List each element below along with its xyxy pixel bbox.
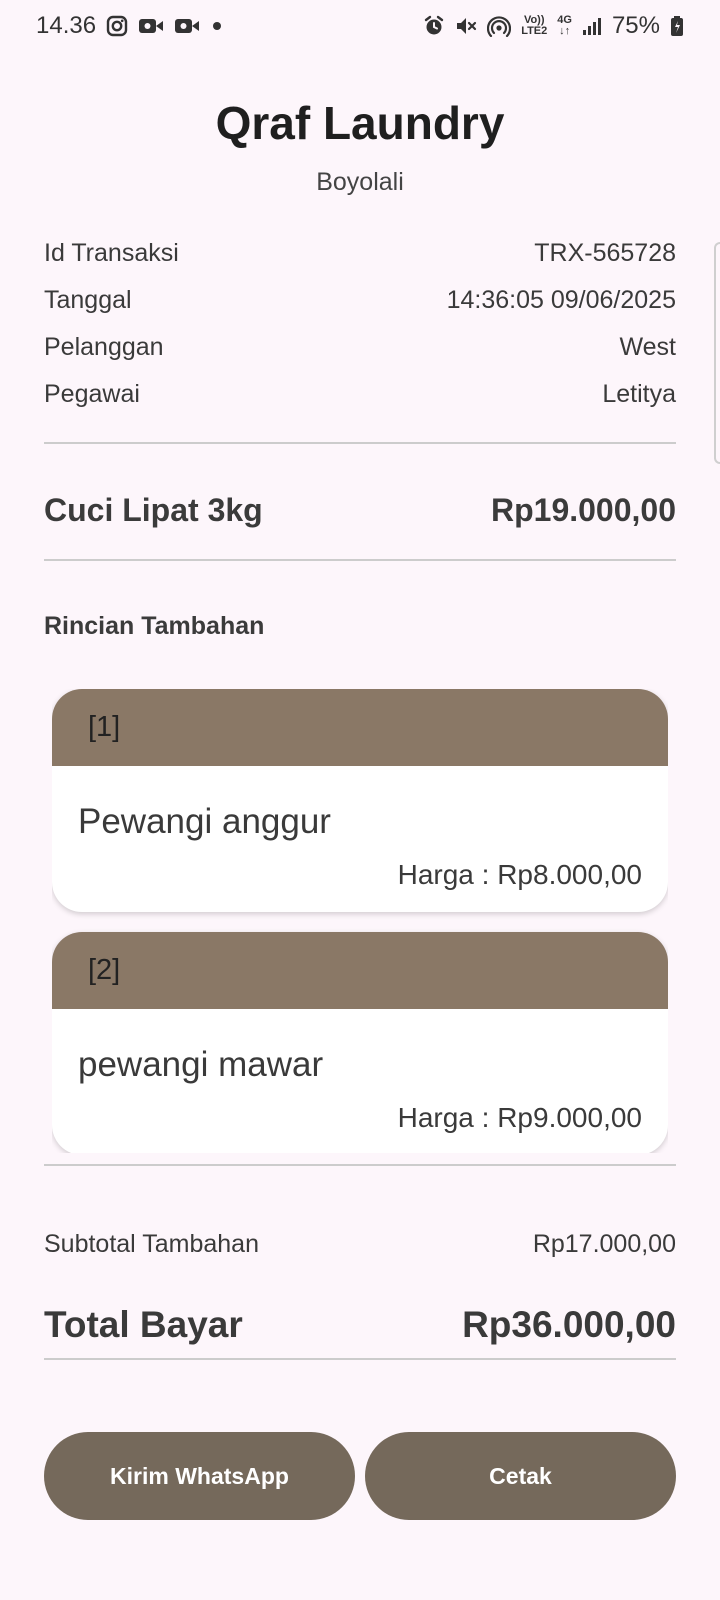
info-label: Pelanggan — [44, 333, 164, 361]
extra-item-price: Harga : Rp8.000,00 — [397, 859, 642, 890]
data-arrows-icon: ↓↑ — [559, 25, 571, 37]
info-row-employee: Pegawai Letitya — [44, 379, 676, 426]
total-label: Total Bayar — [44, 1304, 243, 1345]
service-price: Rp19.000,00 — [490, 492, 676, 528]
divider — [44, 1358, 676, 1360]
status-right: Vo)) LTE2 4G ↓↑ 75% — [423, 12, 684, 40]
divider — [44, 559, 676, 561]
info-label: Pegawai — [44, 380, 140, 408]
service-name: Cuci Lipat 3kg — [44, 492, 263, 528]
extra-item-header: [1] — [52, 689, 668, 766]
info-value: Letitya — [602, 380, 676, 408]
video-camera-icon — [138, 14, 164, 38]
extras-list[interactable]: [1] Pewangi anggur Harga : Rp8.000,00 [2… — [52, 689, 668, 1153]
extra-item-price: Harga : Rp9.000,00 — [397, 1102, 642, 1133]
total-value: Rp36.000,00 — [462, 1304, 676, 1345]
shop-name: Qraf Laundry — [215, 97, 505, 149]
extra-item-card: [1] Pewangi anggur Harga : Rp8.000,00 — [52, 689, 668, 912]
hotspot-icon — [487, 14, 512, 38]
divider — [44, 442, 676, 444]
status-left: 14.36 — [36, 12, 224, 40]
service-row: Cuci Lipat 3kg Rp19.000,00 — [44, 492, 676, 529]
divider — [44, 1164, 676, 1166]
notification-dot-icon — [210, 14, 224, 38]
info-row-transaction-id: Id Transaksi TRX-565728 — [44, 238, 676, 285]
extra-item-body: pewangi mawar Harga : Rp9.000,00 — [52, 1009, 668, 1153]
extras-title: Rincian Tambahan — [44, 612, 265, 640]
info-label: Id Transaksi — [44, 239, 179, 267]
info-value: TRX-565728 — [534, 239, 676, 267]
print-button[interactable]: Cetak — [365, 1432, 676, 1520]
battery-percent: 75% — [611, 12, 660, 39]
info-row-customer: Pelanggan West — [44, 332, 676, 379]
info-value: West — [619, 333, 677, 361]
extra-item-name: pewangi mawar — [78, 1045, 324, 1084]
status-time: 14.36 — [36, 12, 97, 39]
signal-icon — [582, 14, 602, 38]
subtotal-row: Subtotal Tambahan Rp17.000,00 — [44, 1230, 676, 1259]
battery-icon — [670, 14, 684, 38]
extra-item-header: [2] — [52, 932, 668, 1009]
instagram-icon — [106, 14, 128, 38]
video-camera-icon-2 — [174, 14, 200, 38]
total-row: Total Bayar Rp36.000,00 — [44, 1304, 676, 1346]
extra-item-index: [1] — [88, 711, 121, 743]
info-value: 14:36:05 09/06/2025 — [446, 286, 676, 314]
side-edge-handle[interactable] — [714, 242, 720, 464]
extra-item-index: [2] — [88, 954, 121, 986]
extra-item-name: Pewangi anggur — [78, 802, 331, 841]
send-whatsapp-button[interactable]: Kirim WhatsApp — [44, 1432, 355, 1520]
alarm-icon — [423, 14, 445, 38]
info-row-date: Tanggal 14:36:05 09/06/2025 — [44, 285, 676, 332]
transaction-info: Id Transaksi TRX-565728 Tanggal 14:36:05… — [44, 238, 676, 426]
subtotal-value: Rp17.000,00 — [532, 1230, 676, 1258]
network-4g-icon: 4G ↓↑ — [557, 14, 572, 38]
info-label: Tanggal — [44, 286, 132, 314]
volte-icon: Vo)) LTE2 — [521, 14, 548, 37]
extra-item-body: Pewangi anggur Harga : Rp8.000,00 — [52, 766, 668, 912]
mute-icon — [455, 14, 477, 38]
status-bar: 14.36 Vo)) LTE2 4G ↓↑ 75% — [0, 0, 720, 52]
shop-city: Boyolali — [316, 168, 404, 196]
extra-item-card: [2] pewangi mawar Harga : Rp9.000,00 — [52, 932, 668, 1153]
subtotal-label: Subtotal Tambahan — [44, 1230, 259, 1258]
